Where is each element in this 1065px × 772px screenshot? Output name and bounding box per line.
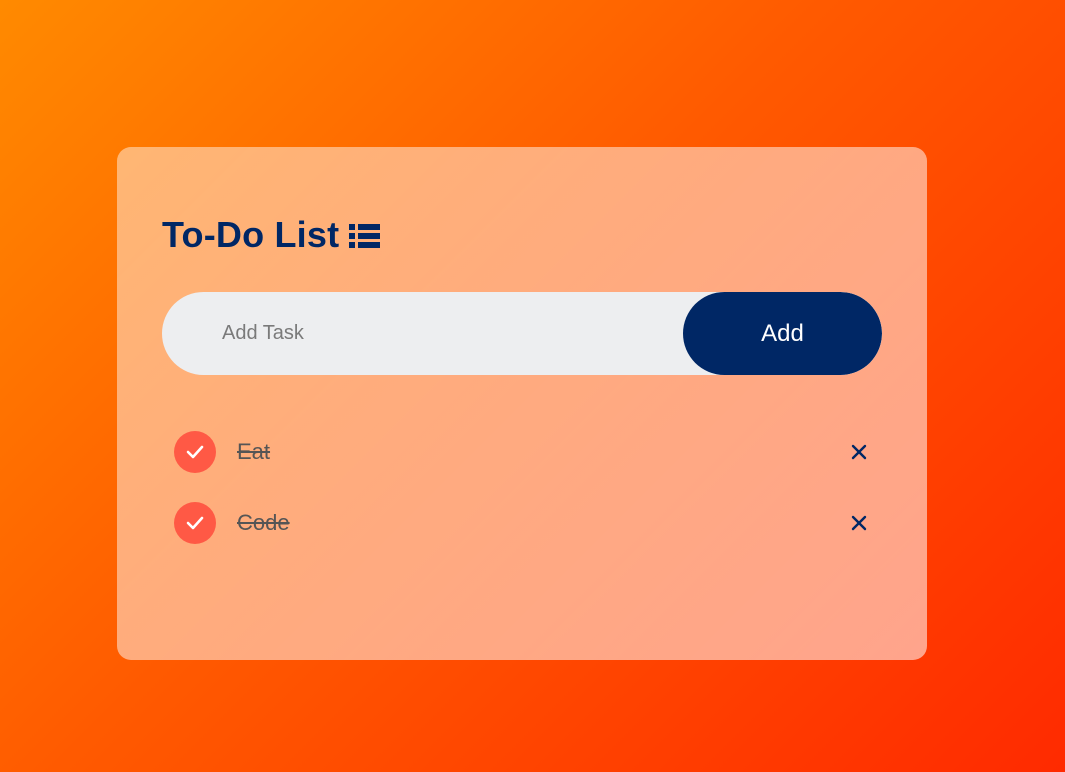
- close-icon[interactable]: [844, 508, 874, 538]
- add-button[interactable]: Add: [683, 292, 882, 375]
- task-label: Code: [237, 510, 290, 535]
- checked-icon[interactable]: [174, 502, 216, 544]
- task-item[interactable]: Code: [174, 502, 874, 544]
- checked-icon[interactable]: [174, 431, 216, 473]
- add-task-row: Add: [162, 292, 882, 375]
- title-row: To-Do List: [162, 213, 381, 257]
- task-label: Eat: [237, 439, 271, 464]
- todo-card: To-Do List Add Eat: [117, 147, 927, 660]
- task-input[interactable]: [162, 292, 702, 375]
- task-list: Eat Code: [174, 431, 874, 573]
- list-icon: [349, 223, 381, 249]
- close-icon[interactable]: [844, 437, 874, 467]
- task-item[interactable]: Eat: [174, 431, 874, 473]
- app-title: To-Do List: [162, 214, 340, 255]
